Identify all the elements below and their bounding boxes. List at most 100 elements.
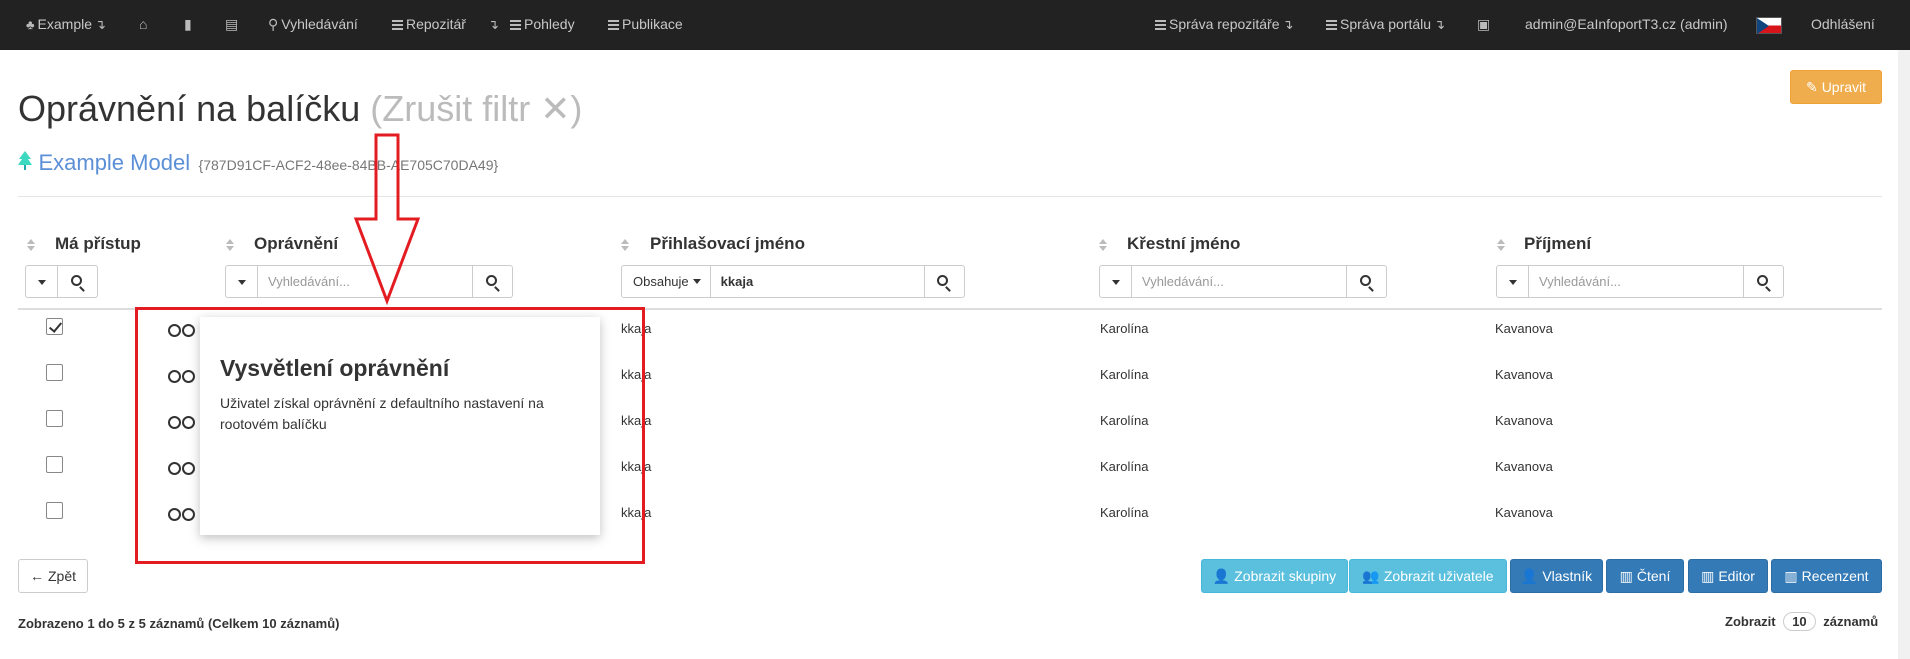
close-icon: ✕ — [540, 88, 571, 129]
has-access-checkbox[interactable] — [46, 364, 63, 381]
show-users-button[interactable]: 👥 Zobrazit uživatele — [1349, 559, 1507, 593]
filter-dropdown-button[interactable] — [1496, 265, 1529, 298]
reviewer-button[interactable]: ▥ Recenzent — [1771, 559, 1882, 593]
vertical-scrollbar[interactable] — [1898, 50, 1910, 659]
login-search-input[interactable]: kkaja — [710, 265, 925, 298]
sort-icon[interactable] — [1497, 239, 1505, 251]
cell-last-name: Kavanova — [1495, 321, 1553, 336]
nav-portal-admin[interactable]: Správa portálu ↴ — [1326, 0, 1445, 50]
nav-repository-caret[interactable]: ↴ — [485, 0, 499, 50]
cell-last-name: Kavanova — [1495, 367, 1553, 382]
sort-icon[interactable] — [621, 239, 629, 251]
cell-first-name: Karolína — [1100, 367, 1149, 382]
nav-bookmark[interactable]: ▮ — [184, 0, 195, 50]
filter-search-button[interactable] — [924, 265, 965, 298]
cell-last-name: Kavanova — [1495, 505, 1553, 520]
page-size-select[interactable]: 10 — [1783, 612, 1816, 631]
nav-brand[interactable]: ♣ Example ↴ — [26, 0, 106, 50]
back-button[interactable]: ← Zpět — [18, 559, 88, 593]
list-icon — [1155, 20, 1166, 30]
column-header-permission[interactable]: Oprávnění — [254, 234, 338, 254]
column-header-has-access[interactable]: Má přístup — [55, 234, 141, 254]
show-groups-label: Zobrazit skupiny — [1234, 568, 1337, 584]
caret-icon: ↴ — [1282, 17, 1294, 32]
sort-icon[interactable] — [226, 239, 234, 251]
first-name-search-input[interactable]: Vyhledávání... — [1132, 265, 1347, 298]
filter-search-button[interactable] — [473, 265, 513, 298]
last-name-filter: Vyhledávání... — [1496, 265, 1784, 298]
search-icon: ⚲ — [268, 16, 279, 32]
has-access-checkbox[interactable] — [46, 456, 63, 473]
nav-logout[interactable]: Odhlášení — [1811, 0, 1875, 50]
sort-icon[interactable] — [1099, 239, 1107, 251]
nav-repository-label: Repozitář — [406, 16, 466, 32]
bookmark-icon: ▮ — [184, 16, 192, 32]
search-icon — [1756, 274, 1768, 286]
nav-brand-label: Example — [37, 16, 92, 32]
filter-dropdown-button[interactable] — [225, 265, 258, 298]
nav-publications-label: Publikace — [622, 16, 683, 32]
last-name-search-input[interactable]: Vyhledávání... — [1529, 265, 1744, 298]
list-icon — [392, 20, 403, 30]
search-icon — [937, 274, 949, 286]
nav-repo-admin[interactable]: Správa repozitáře ↴ — [1155, 0, 1293, 50]
column-header-login[interactable]: Přihlašovací jméno — [650, 234, 805, 254]
book-open-icon: ▥ — [1619, 568, 1633, 584]
column-header-last-name[interactable]: Příjmení — [1524, 234, 1591, 254]
nav-book[interactable]: ▤ — [225, 0, 241, 50]
nav-user[interactable]: admin@EaInfoportT3.cz (admin) — [1525, 0, 1728, 50]
nav-repository[interactable]: Repozitář — [392, 0, 466, 50]
book-open-icon: ▥ — [1701, 568, 1715, 584]
list-icon — [1326, 20, 1337, 30]
owner-button[interactable]: 👤 Vlastník — [1510, 559, 1603, 593]
cell-last-name: Kavanova — [1495, 459, 1553, 474]
caret-down-icon — [692, 279, 701, 284]
header-divider — [18, 196, 1882, 197]
czech-flag-icon[interactable] — [1756, 17, 1782, 34]
nav-publications[interactable]: Publikace — [608, 0, 683, 50]
clear-filter-link[interactable]: (Zrušit filtr ✕) — [370, 88, 582, 129]
top-navbar: ♣ Example ↴ ⌂ ▮ ▤ ⚲ Vyhledávání Repozitář ↴… — [0, 0, 1910, 50]
filter-dropdown-button[interactable] — [1099, 265, 1132, 298]
nav-search[interactable]: ⚲ Vyhledávání — [268, 0, 358, 50]
filter-search-button[interactable] — [1744, 265, 1784, 298]
filter-search-button[interactable] — [1347, 265, 1387, 298]
model-link[interactable]: Example Model — [38, 150, 190, 175]
nav-views[interactable]: Pohledy — [510, 0, 575, 50]
editor-button[interactable]: ▥ Editor — [1688, 559, 1768, 593]
records-status: Zobrazeno 1 do 5 z 5 záznamů (Celkem 10 … — [18, 616, 340, 631]
filter-dropdown-button[interactable] — [25, 265, 58, 298]
sort-icon[interactable] — [27, 239, 35, 251]
login-filter-mode-dropdown[interactable]: Obsahuje — [621, 265, 711, 298]
cell-first-name: Karolína — [1100, 413, 1149, 428]
login-filter: Obsahuje kkaja — [621, 265, 965, 298]
has-access-checkbox[interactable] — [46, 318, 63, 335]
caret-icon: ↴ — [95, 17, 106, 32]
show-groups-button[interactable]: 👤 Zobrazit skupiny — [1201, 559, 1348, 593]
page-size-control: Zobrazit 10 záznamů — [1725, 612, 1878, 631]
book-open-icon: ▥ — [1784, 568, 1798, 584]
nav-home[interactable]: ⌂ — [139, 0, 150, 50]
nav-search-label: Vyhledávání — [281, 16, 358, 32]
cell-first-name: Karolína — [1100, 459, 1149, 474]
page-size-prefix: Zobrazit — [1725, 614, 1776, 629]
list-icon — [608, 20, 619, 30]
caret-icon: ↴ — [488, 17, 499, 32]
page-title: Oprávnění na balíčku (Zrušit filtr ✕) — [18, 88, 582, 130]
user-icon: 👤 — [1212, 568, 1231, 584]
page-size-suffix: záznamů — [1823, 614, 1879, 629]
has-access-checkbox[interactable] — [46, 410, 63, 427]
back-button-label: Zpět — [47, 568, 76, 584]
has-access-checkbox[interactable] — [46, 502, 63, 519]
users-icon: 👥 — [1362, 568, 1380, 584]
column-header-first-name[interactable]: Křestní jméno — [1127, 234, 1240, 254]
edit-button[interactable]: ✎ Upravit — [1790, 70, 1882, 104]
owner-label: Vlastník — [1542, 568, 1593, 584]
nav-dashboard[interactable]: ▣ — [1477, 0, 1493, 50]
read-button[interactable]: ▥ Čtení — [1606, 559, 1684, 593]
caret-icon: ↴ — [1434, 17, 1445, 32]
filter-search-button[interactable] — [58, 265, 98, 298]
clear-filter-label: (Zrušit filtr — [370, 88, 531, 129]
nav-user-label: admin@EaInfoportT3.cz (admin) — [1525, 16, 1728, 32]
home-icon: ⌂ — [139, 16, 148, 32]
